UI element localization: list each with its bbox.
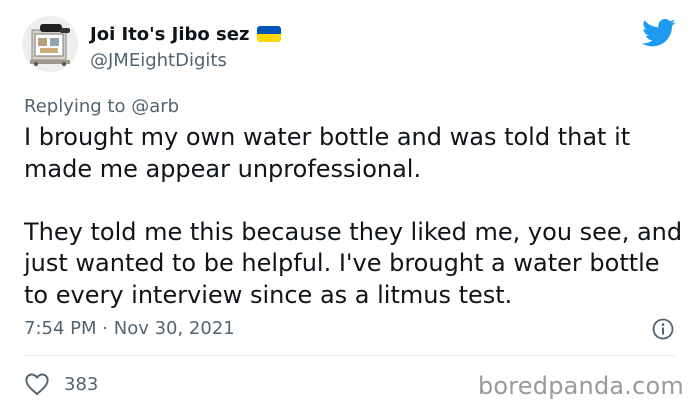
- tweet-timestamp[interactable]: 7:54 PM · Nov 30, 2021: [24, 318, 235, 339]
- watermark: boredpanda.com: [477, 372, 684, 400]
- tweet-body: I brought my own water bottle and was to…: [24, 122, 684, 311]
- tweet-time: 7:54 PM: [24, 318, 97, 339]
- divider: [24, 355, 676, 356]
- like-button[interactable]: 383: [24, 372, 98, 396]
- meta-separator: ·: [102, 318, 108, 339]
- tweet-paragraph: I brought my own water bottle and was to…: [24, 123, 631, 183]
- reply-mention-link[interactable]: @arb: [131, 96, 179, 117]
- robot-avatar-image: [22, 16, 78, 72]
- heart-icon: [25, 373, 49, 396]
- tweet-card: Joi Ito's Jibo sez @JMEightDigits Replyi…: [0, 0, 700, 410]
- ukraine-flag-icon: [257, 26, 282, 42]
- author-name-row: Joi Ito's Jibo sez: [90, 22, 282, 46]
- info-icon[interactable]: [652, 318, 674, 340]
- display-name[interactable]: Joi Ito's Jibo sez: [90, 24, 249, 45]
- tweet-date: Nov 30, 2021: [113, 318, 235, 339]
- user-handle[interactable]: @JMEightDigits: [90, 50, 281, 71]
- avatar[interactable]: [22, 16, 78, 72]
- reply-context: Replying to @arb: [24, 96, 179, 117]
- reply-prefix: Replying to: [24, 96, 126, 117]
- like-count: 383: [64, 373, 99, 395]
- twitter-bird-icon[interactable]: [642, 18, 676, 48]
- tweet-paragraph: They told me this because they liked me,…: [24, 217, 683, 309]
- author-block: Joi Ito's Jibo sez @JMEightDigits: [90, 22, 282, 71]
